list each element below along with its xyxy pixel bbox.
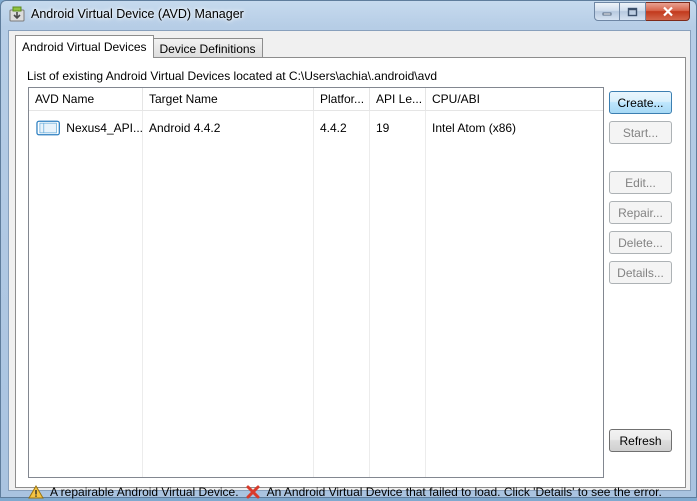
column-header-platform[interactable]: Platfor... [314, 88, 370, 111]
create-button[interactable]: Create... [609, 91, 672, 114]
avd-manager-window: Android Virtual Device (AVD) Manager And… [0, 0, 697, 499]
maximize-icon [627, 7, 638, 16]
title-bar[interactable]: Android Virtual Device (AVD) Manager [1, 1, 696, 29]
gridline [313, 111, 314, 477]
avd-table[interactable]: AVD Name Target Name Platfor... API Le..… [28, 87, 604, 478]
caption-buttons [594, 2, 690, 21]
close-button[interactable] [646, 2, 690, 21]
minimize-button[interactable] [594, 2, 620, 21]
avd-panel: List of existing Android Virtual Devices… [15, 57, 686, 499]
window-title: Android Virtual Device (AVD) Manager [31, 7, 244, 21]
cell-api-level: 19 [376, 121, 390, 135]
table-row[interactable]: Nexus4_API... Android 4.4.2 4.4.2 19 Int… [29, 112, 603, 144]
avd-name-text: Nexus4_API... [66, 121, 143, 135]
gridline [142, 111, 143, 477]
cell-avd-name: Nexus4_API... [29, 120, 143, 136]
client-area: Android Virtual Devices Device Definitio… [8, 30, 691, 499]
start-button[interactable]: Start... [609, 121, 672, 144]
warning-legend-text: A repairable Android Virtual Device. [50, 485, 239, 499]
gridline [425, 111, 426, 477]
edit-button[interactable]: Edit... [609, 171, 672, 194]
refresh-button[interactable]: Refresh [609, 429, 672, 452]
avd-location-label: List of existing Android Virtual Devices… [27, 69, 437, 83]
repair-button[interactable]: Repair... [609, 201, 672, 224]
device-icon [36, 120, 60, 136]
minimize-icon [602, 12, 612, 15]
close-icon [662, 6, 673, 17]
details-button[interactable]: Details... [609, 261, 672, 284]
column-header-avd-name[interactable]: AVD Name [29, 88, 143, 111]
maximize-button[interactable] [620, 2, 646, 21]
column-header-cpu-abi[interactable]: CPU/ABI [426, 88, 603, 111]
cell-cpu-abi: Intel Atom (x86) [432, 121, 517, 135]
column-gridlines [29, 111, 603, 477]
tab-device-definitions[interactable]: Device Definitions [152, 38, 263, 58]
cell-platform: 4.4.2 [320, 121, 347, 135]
error-legend-text: An Android Virtual Device that failed to… [266, 485, 662, 499]
android-sdk-icon [9, 6, 25, 22]
tab-android-virtual-devices[interactable]: Android Virtual Devices [15, 35, 154, 58]
cell-target-name: Android 4.4.2 [149, 121, 221, 135]
delete-button[interactable]: Delete... [609, 231, 672, 254]
table-header: AVD Name Target Name Platfor... API Le..… [29, 88, 603, 111]
legend: A repairable Android Virtual Device. An … [28, 483, 662, 501]
tab-strip: Android Virtual Devices Device Definitio… [15, 35, 263, 58]
column-header-api-level[interactable]: API Le... [370, 88, 426, 111]
column-header-target-name[interactable]: Target Name [143, 88, 314, 111]
gridline [369, 111, 370, 477]
